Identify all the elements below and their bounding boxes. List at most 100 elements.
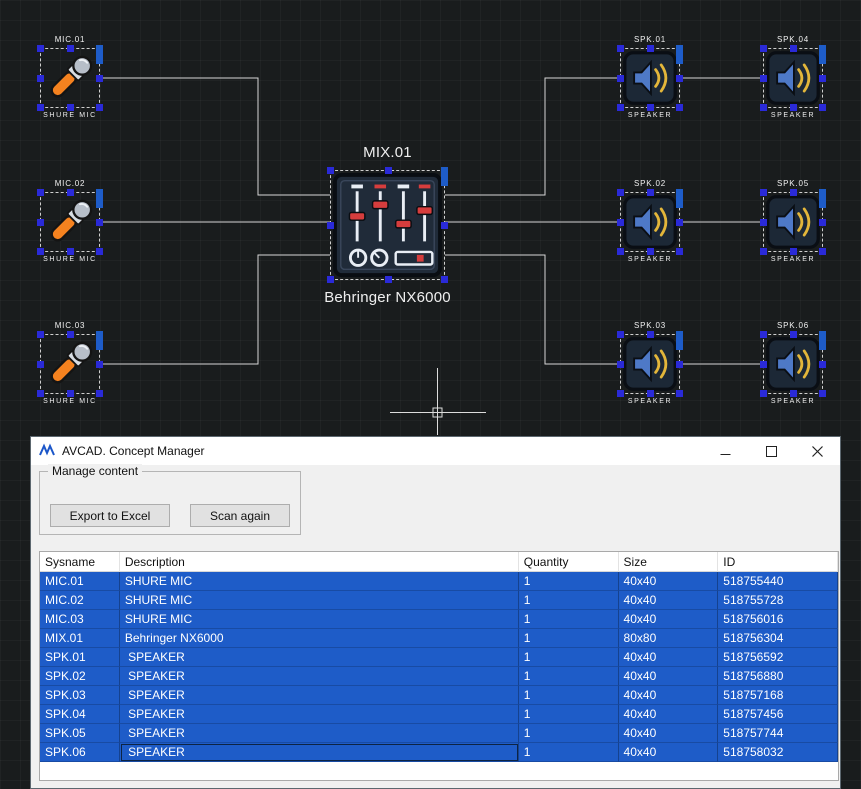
selection-handle[interactable]: [617, 189, 624, 196]
selection-handle[interactable]: [96, 390, 103, 397]
table-row-spk-04[interactable]: SPK.04 SPEAKER 1 40x40 518757456: [40, 705, 838, 724]
selection-handle[interactable]: [441, 276, 448, 283]
table-row-spk-05[interactable]: SPK.05 SPEAKER 1 40x40 518757744: [40, 724, 838, 743]
selection-handle[interactable]: [67, 189, 74, 196]
selection-handle[interactable]: [676, 361, 683, 368]
selection-handle[interactable]: [647, 248, 654, 255]
table-row-mic-03[interactable]: MIC.03 SHURE MIC 1 40x40 518756016: [40, 610, 838, 629]
selection-handle[interactable]: [647, 390, 654, 397]
selection-handle[interactable]: [67, 331, 74, 338]
table-row-spk-06[interactable]: SPK.06 SPEAKER 1 40x40 518758032: [40, 743, 838, 762]
selection-handle[interactable]: [760, 248, 767, 255]
selection-handle[interactable]: [819, 104, 826, 111]
selection-handle[interactable]: [384, 167, 392, 174]
selection-handle[interactable]: [819, 331, 826, 350]
selection-handle[interactable]: [647, 104, 654, 111]
selection-handle[interactable]: [676, 219, 683, 226]
selection-handle[interactable]: [617, 104, 624, 111]
cad-canvas[interactable]: MIC.01 SHURE MIC MIC.02 SHURE MIC MIC.03 SHUR…: [0, 0, 861, 789]
selection-handle[interactable]: [647, 331, 654, 338]
device-mic-02[interactable]: MIC.02 SHURE MIC: [37, 179, 103, 263]
device-spk-05[interactable]: SPK.05 SPEAKER: [760, 179, 826, 263]
table-row-spk-02[interactable]: SPK.02 SPEAKER 1 40x40 518756880: [40, 667, 838, 686]
table-row-mic-01[interactable]: MIC.01 SHURE MIC 1 40x40 518755440: [40, 572, 838, 591]
selection-handle[interactable]: [37, 75, 44, 82]
selection-handle[interactable]: [67, 248, 74, 255]
selection-handle[interactable]: [819, 361, 826, 368]
selection-handle[interactable]: [67, 45, 74, 52]
selection-handle[interactable]: [819, 45, 826, 64]
selection-handle[interactable]: [676, 390, 683, 397]
selection-handle[interactable]: [760, 331, 767, 338]
close-icon[interactable]: [794, 437, 840, 465]
selection-handle[interactable]: [676, 189, 683, 208]
selection-handle[interactable]: [96, 189, 103, 208]
selection-handle[interactable]: [37, 104, 44, 111]
selection-handle[interactable]: [37, 331, 44, 338]
selection-handle[interactable]: [790, 390, 797, 397]
selection-handle[interactable]: [647, 45, 654, 52]
selection-handle[interactable]: [37, 219, 44, 226]
selection-handle[interactable]: [96, 331, 103, 350]
selection-handle[interactable]: [790, 248, 797, 255]
table-row-spk-01[interactable]: SPK.01 SPEAKER 1 40x40 518756592: [40, 648, 838, 667]
selection-handle[interactable]: [819, 75, 826, 82]
export-to-excel-button[interactable]: Export to Excel: [50, 504, 170, 527]
device-mic-01[interactable]: MIC.01 SHURE MIC: [37, 35, 103, 119]
selection-handle[interactable]: [96, 361, 103, 368]
selection-handle[interactable]: [327, 167, 334, 174]
device-spk-03[interactable]: SPK.03 SPEAKER: [617, 321, 683, 405]
selection-handle[interactable]: [760, 104, 767, 111]
device-spk-01[interactable]: SPK.01 SPEAKER: [617, 35, 683, 119]
selection-handle[interactable]: [617, 219, 624, 226]
column-header-description[interactable]: Description: [119, 552, 519, 572]
scan-again-button[interactable]: Scan again: [190, 504, 290, 527]
selection-handle[interactable]: [760, 219, 767, 226]
selection-handle[interactable]: [760, 361, 767, 368]
selection-handle[interactable]: [37, 189, 44, 196]
selection-handle[interactable]: [676, 248, 683, 255]
selection-handle[interactable]: [327, 276, 334, 283]
selection-handle[interactable]: [441, 167, 448, 186]
wire[interactable]: [445, 77, 620, 196]
device-spk-06[interactable]: SPK.06 SPEAKER: [760, 321, 826, 405]
column-header-sysname[interactable]: Sysname: [40, 552, 120, 572]
device-mic-03[interactable]: MIC.03 SHURE MIC: [37, 321, 103, 405]
selection-handle[interactable]: [37, 361, 44, 368]
selection-handle[interactable]: [67, 104, 74, 111]
device-spk-04[interactable]: SPK.04 SPEAKER: [760, 35, 826, 119]
selection-handle[interactable]: [617, 75, 624, 82]
selection-handle[interactable]: [760, 75, 767, 82]
table-row-spk-03[interactable]: SPK.03 SPEAKER 1 40x40 518757168: [40, 686, 838, 705]
selection-handle[interactable]: [819, 219, 826, 226]
table-row-mix-01[interactable]: MIX.01 Behringer NX6000 1 80x80 518756304: [40, 629, 838, 648]
column-header-quantity[interactable]: Quantity: [518, 552, 619, 572]
selection-handle[interactable]: [760, 189, 767, 196]
selection-handle[interactable]: [617, 331, 624, 338]
selection-handle[interactable]: [37, 248, 44, 255]
minimize-icon[interactable]: [702, 437, 748, 465]
selection-handle[interactable]: [819, 248, 826, 255]
selection-handle[interactable]: [617, 361, 624, 368]
selection-handle[interactable]: [327, 222, 334, 229]
selection-handle[interactable]: [676, 104, 683, 111]
selection-handle[interactable]: [790, 331, 797, 338]
selection-handle[interactable]: [96, 219, 103, 226]
table-row-mic-02[interactable]: MIC.02 SHURE MIC 1 40x40 518755728: [40, 591, 838, 610]
selection-handle[interactable]: [819, 390, 826, 397]
selection-handle[interactable]: [96, 104, 103, 111]
selection-handle[interactable]: [617, 45, 624, 52]
selection-handle[interactable]: [617, 248, 624, 255]
selection-handle[interactable]: [647, 189, 654, 196]
wire[interactable]: [445, 254, 620, 365]
selection-handle[interactable]: [760, 390, 767, 397]
selection-handle[interactable]: [37, 45, 44, 52]
selection-handle[interactable]: [790, 104, 797, 111]
column-header-id[interactable]: ID: [718, 552, 838, 572]
device-mix-01[interactable]: MIX.01 Behringer NX6000: [324, 144, 450, 306]
selection-handle[interactable]: [441, 222, 448, 229]
column-header-size[interactable]: Size: [618, 552, 719, 572]
selection-handle[interactable]: [676, 45, 683, 64]
selection-handle[interactable]: [37, 390, 44, 397]
selection-handle[interactable]: [617, 390, 624, 397]
